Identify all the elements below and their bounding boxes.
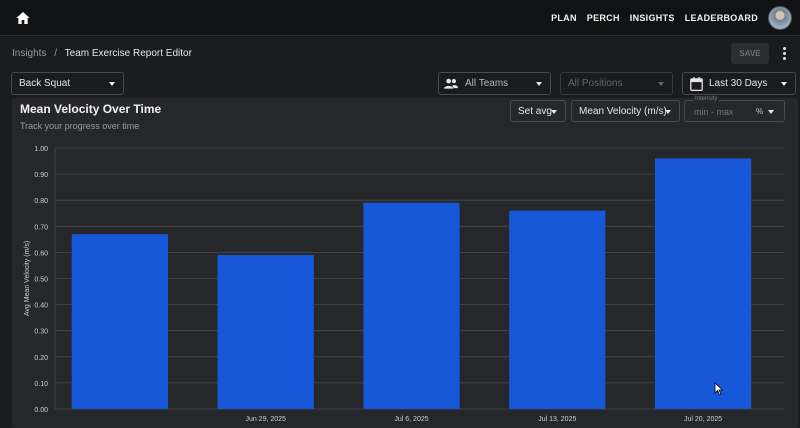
breadcrumb-separator: / bbox=[54, 48, 58, 59]
chart-bar[interactable] bbox=[509, 210, 606, 409]
more-options-icon[interactable] bbox=[778, 45, 790, 61]
breadcrumb: Insights / Team Exercise Report Editor bbox=[12, 48, 192, 59]
date-range-value: Last 30 Days bbox=[709, 78, 768, 89]
y-tick-label: 1.00 bbox=[34, 146, 48, 153]
chart-bar[interactable] bbox=[654, 158, 752, 409]
chart-subtitle: Track your progress over time bbox=[20, 121, 140, 131]
y-tick-label: 0.90 bbox=[34, 172, 48, 179]
breadcrumb-insights[interactable]: Insights bbox=[12, 48, 46, 59]
aggregate-select-value: Set avg bbox=[518, 105, 552, 117]
chart-title: Mean Velocity Over Time bbox=[20, 102, 162, 116]
exercise-select[interactable]: Back Squat bbox=[11, 72, 124, 95]
intensity-label: Intensity bbox=[693, 96, 720, 102]
x-tick-label: Jul 13, 2025 bbox=[538, 416, 576, 423]
positions-select-value: All Positions bbox=[568, 78, 623, 89]
y-tick-label: 0.00 bbox=[34, 407, 48, 414]
page-header: Insights / Team Exercise Report Editor bbox=[0, 37, 800, 70]
x-tick-label: Jul 20, 2025 bbox=[684, 416, 722, 423]
user-avatar[interactable] bbox=[768, 6, 792, 30]
chevron-down-icon bbox=[109, 82, 115, 86]
y-tick-label: 0.80 bbox=[34, 198, 48, 205]
chart-bar[interactable] bbox=[217, 255, 314, 409]
save-button[interactable]: SAVE bbox=[731, 43, 769, 64]
positions-select: All Positions bbox=[560, 72, 673, 95]
aggregate-select[interactable]: Set avg bbox=[510, 100, 566, 122]
teams-select[interactable]: All Teams bbox=[438, 72, 551, 95]
y-tick-label: 0.30 bbox=[34, 329, 48, 336]
chevron-down-icon bbox=[536, 82, 542, 86]
nav-perch[interactable]: PERCH bbox=[587, 13, 620, 23]
metric-select-value: Mean Velocity (m/s) bbox=[579, 105, 667, 117]
top-navigation-bar: PLAN PERCH INSIGHTS LEADERBOARD bbox=[0, 0, 800, 36]
y-axis-label: Avg Mean Velocity (m/s) bbox=[24, 241, 31, 316]
chevron-down-icon bbox=[781, 82, 787, 86]
mouse-cursor-icon bbox=[714, 382, 724, 396]
calendar-icon bbox=[690, 77, 703, 91]
exercise-select-value: Back Squat bbox=[19, 78, 71, 89]
date-range-select[interactable]: Last 30 Days bbox=[682, 72, 796, 95]
chevron-down-icon bbox=[665, 110, 671, 114]
chevron-down-icon bbox=[658, 82, 664, 86]
chevron-down-icon[interactable] bbox=[768, 110, 774, 114]
y-tick-label: 0.20 bbox=[34, 355, 48, 362]
group-icon bbox=[444, 78, 458, 89]
x-tick-label: Jun 29, 2025 bbox=[245, 416, 286, 423]
page-title: Team Exercise Report Editor bbox=[64, 48, 192, 59]
y-tick-label: 0.10 bbox=[34, 381, 48, 388]
intensity-range-input[interactable]: Intensity min - max % bbox=[684, 96, 785, 122]
x-tick-label: Jul 6, 2025 bbox=[394, 416, 428, 423]
metric-select[interactable]: Mean Velocity (m/s) bbox=[571, 100, 680, 122]
chart-bar[interactable] bbox=[71, 234, 169, 409]
intensity-placeholder: min - max bbox=[694, 107, 734, 117]
y-tick-label: 0.40 bbox=[34, 303, 48, 310]
nav-insights[interactable]: INSIGHTS bbox=[630, 13, 675, 23]
nav-leaderboard[interactable]: LEADERBOARD bbox=[685, 13, 758, 23]
y-tick-label: 0.50 bbox=[34, 277, 48, 284]
chevron-down-icon bbox=[551, 110, 557, 114]
y-tick-label: 0.60 bbox=[34, 250, 48, 257]
intensity-unit[interactable]: % bbox=[756, 107, 763, 116]
mean-velocity-bar-chart: 0.00 0.10 0.20 0.30 0.40 0.50 0.60 0.70 0.80 0.90… bbox=[24, 146, 784, 423]
nav-plan[interactable]: PLAN bbox=[551, 13, 577, 23]
y-tick-label: 0.70 bbox=[34, 224, 48, 231]
teams-select-value: All Teams bbox=[465, 78, 509, 89]
chart-bar[interactable] bbox=[363, 202, 460, 409]
main-nav: PLAN PERCH INSIGHTS LEADERBOARD bbox=[551, 0, 758, 36]
home-icon[interactable] bbox=[15, 10, 31, 26]
